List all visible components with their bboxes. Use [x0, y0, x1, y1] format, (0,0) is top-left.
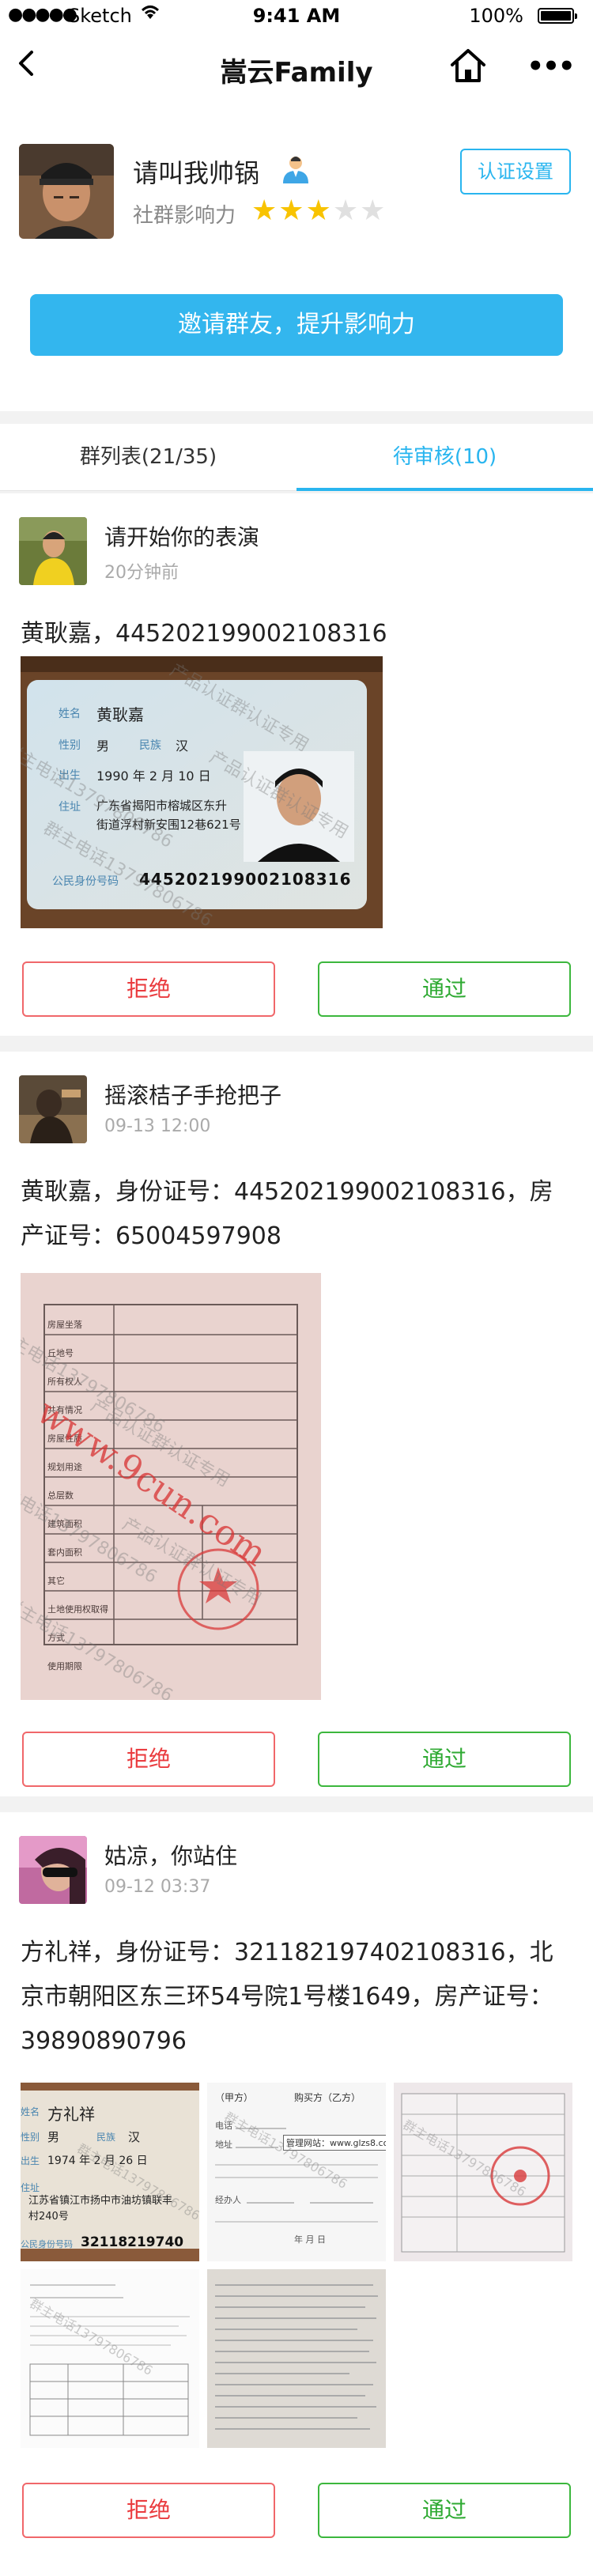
tab-group-list[interactable]: 群列表(21/35) [0, 424, 296, 490]
stamped-document-thumbnail[interactable]: 群主电话13797806786 [394, 2083, 572, 2261]
field-label: 总层数 [47, 1490, 74, 1501]
id-number-label: 公民身份号码 [21, 2239, 73, 2249]
id-ethnicity-label: 民族 [96, 2132, 116, 2143]
id-birth-label: 出生 [21, 2155, 40, 2166]
request-description: 黄耿嘉，445202199002108316 [21, 620, 387, 648]
request-time: 09-13 12:00 [104, 1116, 211, 1136]
cert-settings-button[interactable]: 认证设置 [460, 149, 571, 195]
home-button[interactable] [449, 47, 490, 87]
requester-name: 姑凉，你站住 [104, 1843, 238, 1869]
field-label: 所有权人 [47, 1377, 82, 1387]
id-card-photo[interactable]: 姓名 黄耿嘉 性别 男 民族 汉 出生 1990 年 2 月 10 日 住址 广… [21, 656, 383, 928]
request-time: 09-12 03:37 [104, 1877, 211, 1897]
battery-icon [538, 8, 577, 24]
approve-button[interactable]: 通过 [318, 1732, 571, 1787]
request-card: 请开始你的表演 20分钟前 黄耿嘉，445202199002108316 姓名 … [0, 493, 593, 1036]
approve-button[interactable]: 通过 [318, 2483, 571, 2538]
field-label: 房屋坐落 [47, 1320, 82, 1330]
avatar[interactable] [19, 144, 114, 239]
more-button[interactable]: ••• [525, 46, 576, 87]
text-document-thumbnail[interactable] [207, 2269, 386, 2448]
id-name-value: 方礼祥 [47, 2105, 95, 2124]
request-card: 摇滚桔子手抢把子 09-13 12:00 黄耿嘉，身份证号：4452021990… [0, 1052, 593, 1796]
id-gender-value: 男 [47, 2130, 60, 2144]
request-description: 黄耿嘉，身份证号：445202199002108316，房产证号：6500459… [21, 1178, 553, 1250]
id-address-label: 住址 [59, 801, 81, 814]
requester-name: 摇滚桔子手抢把子 [104, 1082, 282, 1109]
star-filled-icon: ★ [251, 195, 279, 227]
star-filled-icon: ★ [305, 195, 333, 227]
header-section: ●●●●● Sketch 9:41 AM 100% 嵩云Family ••• 请… [0, 0, 593, 411]
id-ethnicity-value: 汉 [176, 738, 189, 754]
influence-rating: ★★★★★ [251, 195, 387, 227]
field-label: 其它 [47, 1576, 65, 1586]
form-document-thumbnail[interactable]: 群主电话13797806786 [21, 2269, 199, 2448]
id-ethnicity-label: 民族 [139, 739, 161, 752]
id-address-line2: 街道浮村新安围12巷621号 [96, 818, 241, 832]
id-birth-value: 1990 年 2 月 10 日 [96, 769, 211, 784]
id-number-value: 32118219740 [81, 2234, 184, 2250]
field-label: 土地使用权取得方式 [47, 1604, 108, 1643]
profile-section: 请叫我帅锅 社群影响力 ★★★★★ 认证设置 [0, 134, 593, 245]
id-number-value: 445202199002108316 [139, 870, 352, 889]
user-avatar[interactable] [19, 1075, 87, 1143]
reject-button[interactable]: 拒绝 [22, 961, 275, 1017]
id-gender-value: 男 [96, 738, 110, 754]
id-name-label: 姓名 [21, 2106, 40, 2117]
star-empty-icon: ★ [332, 195, 361, 227]
tab-pending-review[interactable]: 待审核(10) [296, 424, 593, 491]
certificate-field-labels: 房屋坐落 丘地号 所有权人 共有情况 房屋性质 规划用途 总层数 建筑面积 套内… [47, 1311, 112, 1681]
battery-percent: 100% [469, 5, 523, 27]
influence-label: 社群影响力 [133, 204, 236, 228]
id-address-line2: 村240号 [28, 2211, 69, 2223]
id-ethnicity-value: 汉 [128, 2130, 141, 2144]
field-label: 建筑面积 [47, 1519, 82, 1529]
request-card: 姑凉，你站住 09-12 03:37 方礼祥，身份证号：321182197402… [0, 1812, 593, 2576]
star-filled-icon: ★ [278, 195, 306, 227]
reject-button[interactable]: 拒绝 [22, 1732, 275, 1787]
id-number-label: 公民身份号码 [52, 875, 119, 888]
id-gender-label: 性别 [21, 2132, 40, 2143]
id-address-line1: 广东省揭阳市榕城区东升 [96, 799, 228, 813]
approve-button[interactable]: 通过 [318, 961, 571, 1017]
id-birth-label: 出生 [59, 769, 81, 782]
contract-thumbnail[interactable]: （甲方） 购买方（乙方） 电话 地址 管理网站：www.glzs8.com 经办… [207, 2083, 386, 2261]
requester-name: 请开始你的表演 [104, 524, 260, 550]
property-certificate-photo[interactable]: 房屋坐落 丘地号 所有权人 共有情况 房屋性质 规划用途 总层数 建筑面积 套内… [21, 1273, 321, 1700]
user-avatar[interactable] [19, 517, 87, 585]
verified-user-icon [280, 153, 312, 185]
field-label: 套内面积 [47, 1547, 82, 1558]
id-card-thumbnail[interactable]: 姓名 方礼祥 性别 男 民族 汉 出生 1974 年 2 月 26 日 住址 江… [21, 2083, 199, 2261]
request-description: 方礼祥，身份证号：321182197402108316，北京市朝阳区东三环54号… [21, 1939, 553, 2055]
home-icon [451, 49, 485, 82]
page-title: 嵩云Family [220, 57, 373, 89]
profile-name: 请叫我帅锅 [133, 158, 260, 188]
nav-bar: 嵩云Family ••• [0, 38, 593, 98]
request-time: 20分钟前 [104, 563, 179, 583]
id-gender-label: 性别 [59, 739, 81, 752]
id-name-label: 姓名 [59, 708, 81, 720]
invite-button[interactable]: 邀请群友，提升影响力 [30, 294, 563, 356]
user-avatar[interactable] [19, 1836, 87, 1904]
tab-bar: 群列表(21/35) 待审核(10) [0, 424, 593, 491]
status-bar: ●●●●● Sketch 9:41 AM 100% [0, 0, 593, 32]
reject-button[interactable]: 拒绝 [22, 2483, 275, 2538]
field-label: 使用期限 [47, 1661, 82, 1671]
id-birth-value: 1974 年 2 月 26 日 [47, 2155, 148, 2167]
id-address-line1: 江苏省镇江市扬中市油坊镇联丰 [28, 2195, 173, 2207]
star-empty-icon: ★ [360, 195, 387, 227]
field-label: 丘地号 [47, 1348, 74, 1358]
id-name-value: 黄耿嘉 [96, 705, 144, 724]
